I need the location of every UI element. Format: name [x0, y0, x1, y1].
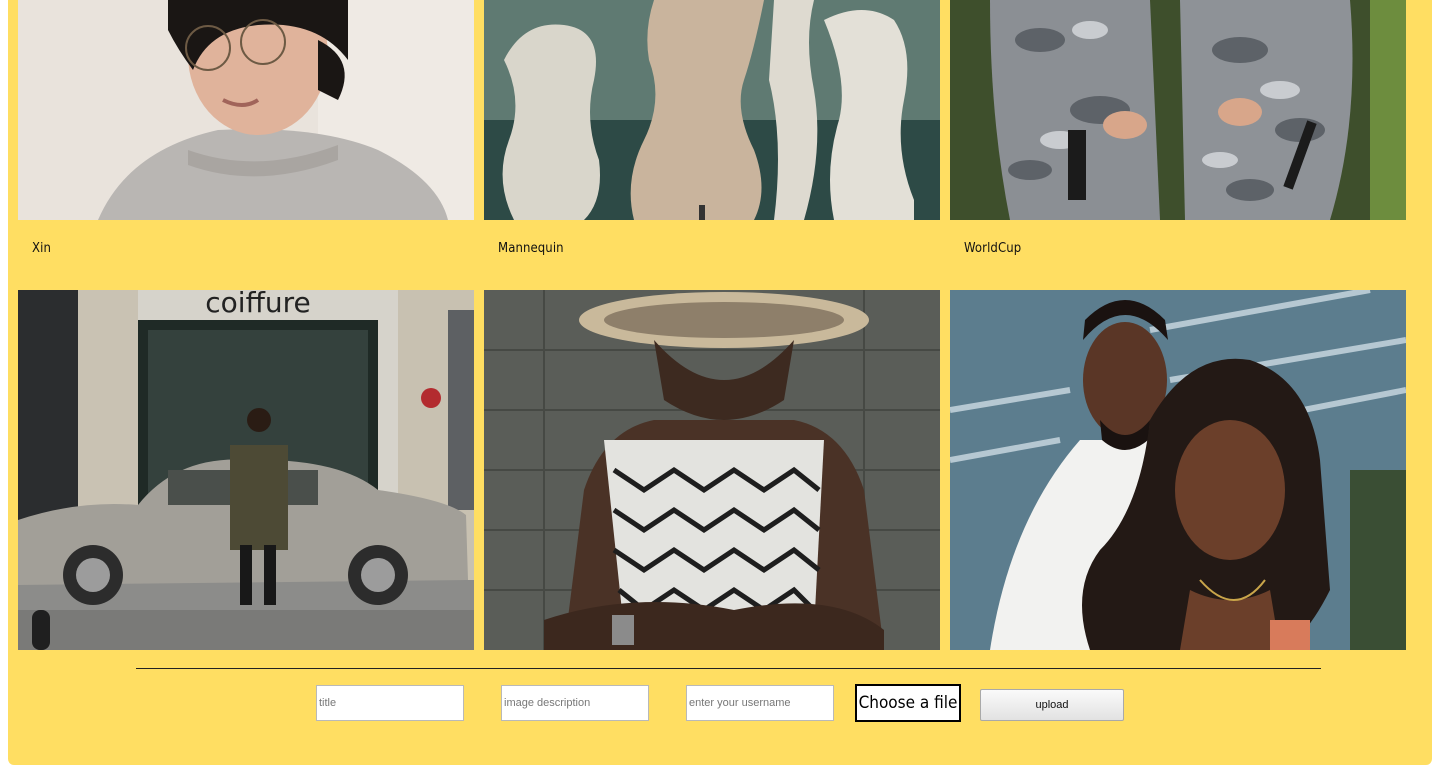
photo-coiffure-street[interactable]: coiffure [18, 290, 474, 650]
title-input[interactable] [316, 685, 464, 721]
photo-mannequin[interactable] [484, 0, 940, 220]
photo-couple[interactable] [950, 290, 1406, 650]
photo-xin[interactable] [18, 0, 474, 220]
photo-caption: Xin [32, 241, 51, 256]
choose-file-label: Choose a file [858, 693, 958, 713]
photo-caption: Mannequin [498, 241, 564, 256]
photo-caption: WorldCup [964, 241, 1022, 256]
username-input[interactable] [686, 685, 834, 721]
storefront-sign: coiffure [205, 290, 310, 319]
form-divider [136, 668, 1321, 669]
choose-file-button[interactable]: Choose a file [855, 684, 961, 722]
image-description-input[interactable] [501, 685, 649, 721]
photo-worldcup[interactable] [950, 0, 1406, 220]
upload-button[interactable]: upload [980, 689, 1124, 721]
photo-hat-portrait[interactable] [484, 290, 940, 650]
page-background: Xin Mannequin WorldCup coiffure title im… [8, 0, 1432, 765]
